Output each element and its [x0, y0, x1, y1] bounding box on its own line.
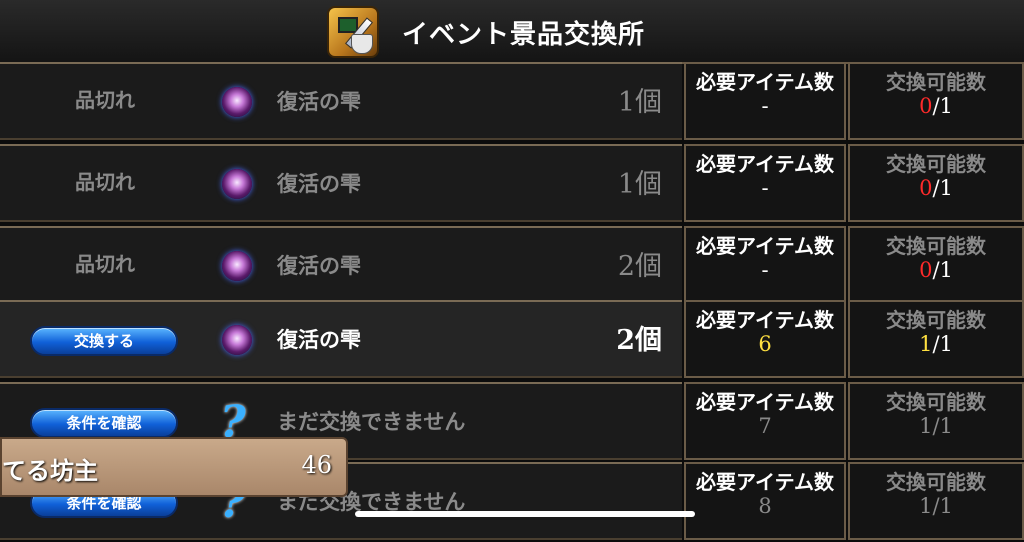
- item-panel: 交換する 復活の雫 2個: [0, 300, 682, 378]
- required-items-value: -: [761, 176, 769, 200]
- exchangeable-total: /1: [932, 414, 953, 438]
- player-value: 46: [301, 451, 332, 479]
- exchange-row: 交換する 復活の雫 2個 必要アイテム数 6 交換可能数 1/1: [0, 300, 1024, 380]
- required-items-label: 必要アイテム数: [696, 470, 834, 494]
- exchangeable-count-value: 1/1: [850, 414, 1022, 438]
- revive-drop-icon: [222, 251, 252, 281]
- exchangeable-total: /1: [932, 332, 953, 356]
- exchangeable-count-label: 交換可能数: [886, 70, 986, 94]
- exchangeable-count-label: 交換可能数: [886, 470, 986, 494]
- item-name: 復活の雫: [277, 254, 361, 278]
- required-items-value: -: [761, 258, 769, 282]
- exchangeable-current: 0: [919, 258, 933, 282]
- header-bar: イベント景品交換所: [0, 0, 1024, 64]
- item-quantity: 2個: [617, 251, 662, 282]
- item-name: まだ交換できません: [277, 410, 466, 434]
- item-quantity: 1個: [617, 169, 662, 200]
- exchange-button[interactable]: 交換する: [30, 326, 178, 356]
- item-name: 復活の雫: [277, 328, 361, 352]
- required-items-panel: 必要アイテム数 -: [684, 226, 846, 304]
- exchangeable-count-value: 1/1: [850, 494, 1022, 518]
- required-items-label: 必要アイテム数: [696, 308, 834, 332]
- exchangeable-count-label: 交換可能数: [886, 152, 986, 176]
- exchangeable-count-panel: 交換可能数 0/1: [848, 62, 1024, 140]
- page-title: イベント景品交換所: [402, 20, 646, 50]
- required-items-value: 6: [758, 332, 772, 356]
- exchangeable-count-label: 交換可能数: [886, 308, 986, 332]
- home-indicator[interactable]: [355, 511, 695, 517]
- required-items-panel: 必要アイテム数 8: [684, 462, 846, 540]
- required-items-panel: 必要アイテム数 7: [684, 382, 846, 460]
- item-panel: 品切れ 復活の雫 2個: [0, 226, 682, 304]
- revive-drop-icon: [222, 325, 252, 355]
- exchangeable-current: 0: [919, 94, 933, 118]
- exchangeable-total: /1: [932, 494, 953, 518]
- exchangeable-current: 1: [919, 332, 933, 356]
- revive-drop-icon: [222, 87, 252, 117]
- player-info-panel: てる坊主 46: [0, 437, 348, 497]
- item-quantity: 2個: [616, 325, 662, 356]
- exchangeable-count-value: 0/1: [850, 94, 1022, 118]
- required-items-label: 必要アイテム数: [696, 234, 834, 258]
- required-items-panel: 必要アイテム数 -: [684, 144, 846, 222]
- exchangeable-total: /1: [932, 94, 953, 118]
- exchangeable-count-value: 1/1: [850, 332, 1022, 356]
- exchange-row: 品切れ 復活の雫 1個 必要アイテム数 - 交換可能数 0/1: [0, 144, 1024, 224]
- sold-out-label: 品切れ: [75, 88, 135, 112]
- item-panel: 品切れ 復活の雫 1個: [0, 62, 682, 140]
- exchange-row: 品切れ 復活の雫 1個 必要アイテム数 - 交換可能数 0/1: [0, 62, 1024, 142]
- required-items-label: 必要アイテム数: [696, 70, 834, 94]
- exchangeable-total: /1: [932, 176, 953, 200]
- sold-out-label: 品切れ: [75, 252, 135, 276]
- exchangeable-count-value: 0/1: [850, 258, 1022, 282]
- item-name: 復活の雫: [277, 172, 361, 196]
- required-items-panel: 必要アイテム数 -: [684, 62, 846, 140]
- exchangeable-count-label: 交換可能数: [886, 234, 986, 258]
- required-items-value: -: [761, 94, 769, 118]
- exchangeable-count-panel: 交換可能数 1/1: [848, 462, 1024, 540]
- exchangeable-count-panel: 交換可能数 0/1: [848, 144, 1024, 222]
- exchangeable-current: 1: [919, 414, 933, 438]
- exchangeable-count-label: 交換可能数: [886, 390, 986, 414]
- item-name: 復活の雫: [277, 90, 361, 114]
- required-items-value: 8: [758, 494, 772, 518]
- exchange-shop-icon: [327, 6, 379, 58]
- exchangeable-count-panel: 交換可能数 1/1: [848, 300, 1024, 378]
- exchangeable-current: 1: [919, 494, 933, 518]
- required-items-label: 必要アイテム数: [696, 390, 834, 414]
- exchangeable-count-panel: 交換可能数 0/1: [848, 226, 1024, 304]
- required-items-value: 7: [758, 414, 772, 438]
- item-quantity: 1個: [617, 87, 662, 118]
- exchangeable-count-panel: 交換可能数 1/1: [848, 382, 1024, 460]
- required-items-label: 必要アイテム数: [696, 152, 834, 176]
- sold-out-label: 品切れ: [75, 170, 135, 194]
- exchangeable-count-value: 0/1: [850, 176, 1022, 200]
- revive-drop-icon: [222, 169, 252, 199]
- item-panel: 品切れ 復活の雫 1個: [0, 144, 682, 222]
- required-items-panel: 必要アイテム数 6: [684, 300, 846, 378]
- exchange-row: 品切れ 復活の雫 2個 必要アイテム数 - 交換可能数 0/1: [0, 226, 1024, 306]
- exchangeable-total: /1: [932, 258, 953, 282]
- check-conditions-button[interactable]: 条件を確認: [30, 408, 178, 438]
- player-name: てる坊主: [2, 457, 98, 485]
- exchangeable-current: 0: [919, 176, 933, 200]
